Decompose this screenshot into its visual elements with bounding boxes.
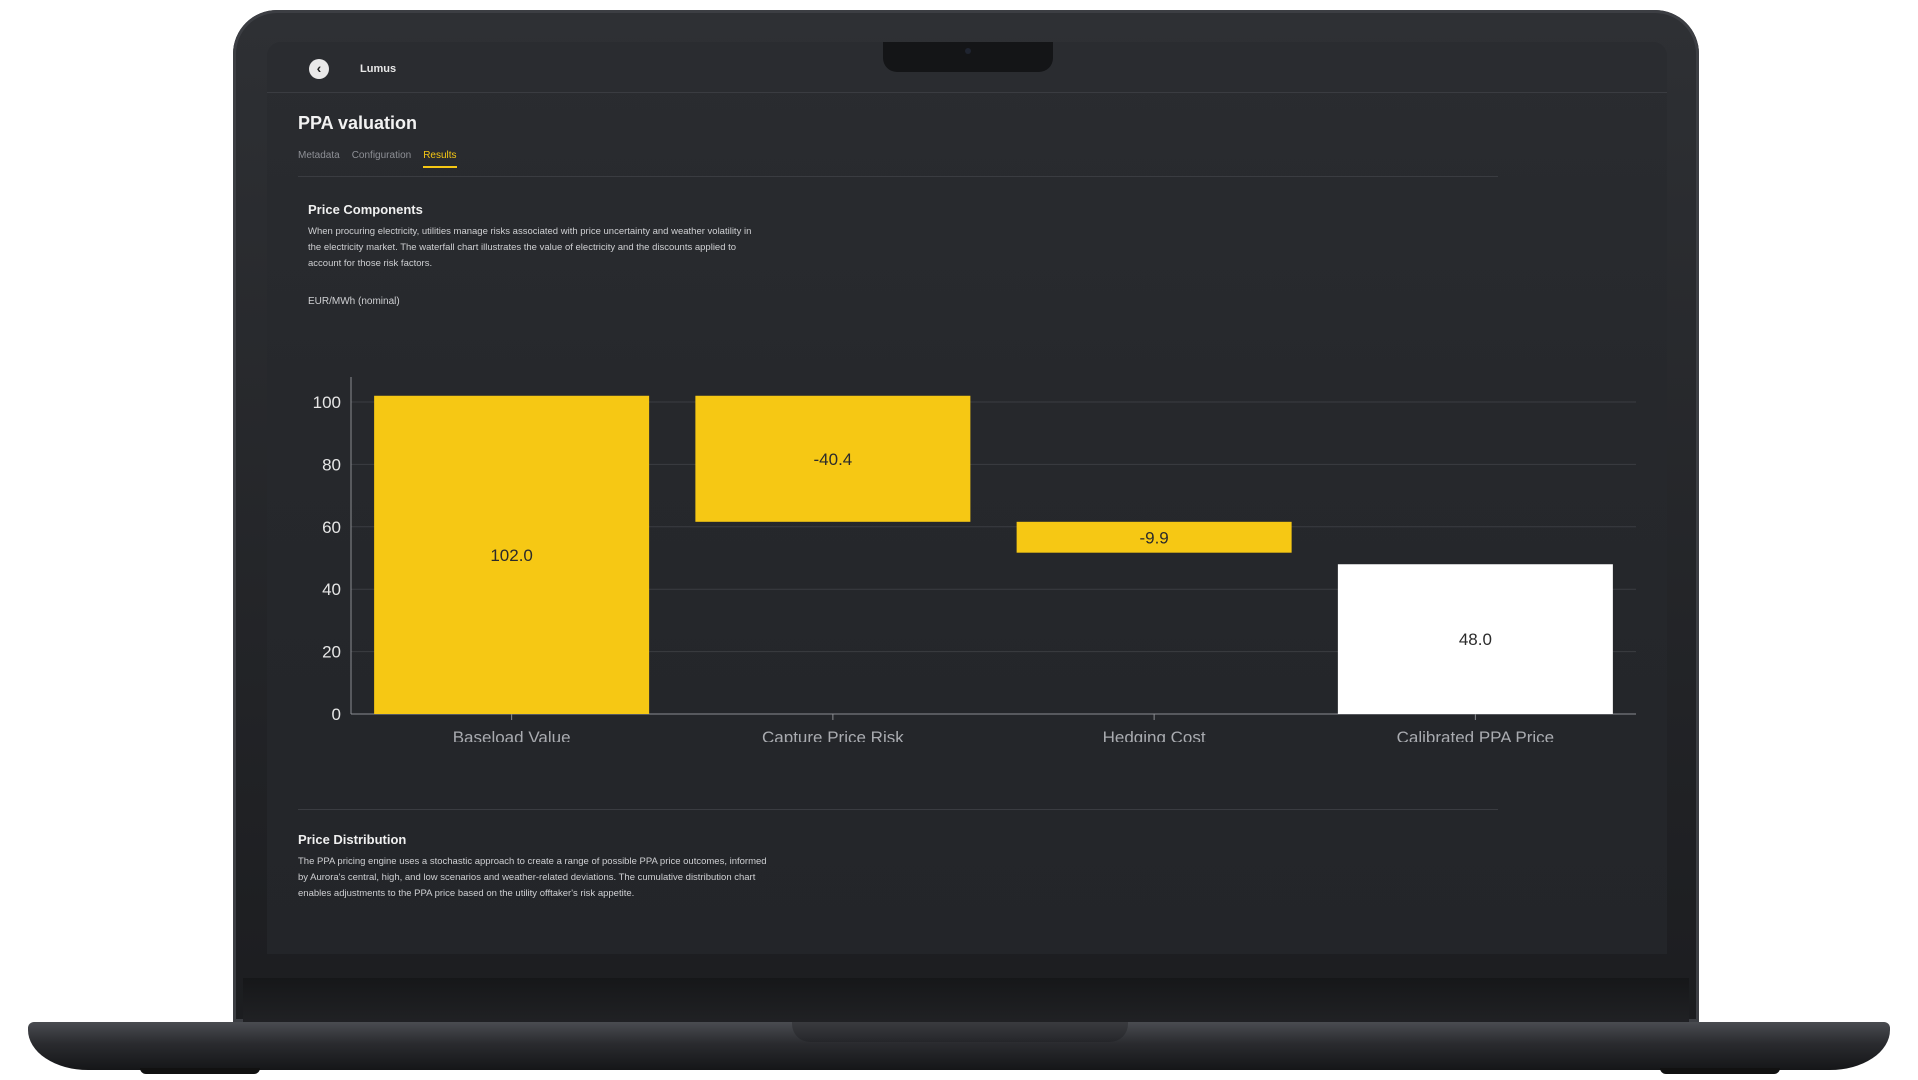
bottom-bezel <box>243 978 1689 1022</box>
x-tick-label-3: Calibrated PPA Price <box>1397 728 1554 742</box>
x-tick-label-2: Hedging Cost <box>1103 728 1206 742</box>
price-distribution-description: The PPA pricing engine uses a stochastic… <box>298 856 767 899</box>
bar-value-label-1: -40.4 <box>814 450 853 469</box>
camera-lens <box>965 48 971 54</box>
laptop-foot-left <box>140 1068 260 1074</box>
laptop-foot-right <box>1660 1068 1780 1074</box>
bar-value-label-0: 102.0 <box>490 546 533 565</box>
section-divider <box>298 809 1498 810</box>
bar-value-label-2: -9.9 <box>1139 528 1168 547</box>
camera-notch <box>883 42 1053 72</box>
bar-value-label-3: 48.0 <box>1459 630 1492 649</box>
screen: ‹ Lumus PPA valuation Metadata Configura… <box>267 42 1667 954</box>
y-tick-label-60: 60 <box>322 518 341 537</box>
y-tick-label-40: 40 <box>322 580 341 599</box>
price-distribution-title: Price Distribution <box>298 832 407 847</box>
waterfall-chart: 0 20 40 60 80 100 102.0 Baseload Value -40.4 Capt… <box>313 377 1636 742</box>
x-tick-label-1: Capture Price Risk <box>762 728 904 742</box>
y-tick-label-100: 100 <box>313 393 341 412</box>
y-tick-label-0: 0 <box>332 705 341 724</box>
y-tick-label-20: 20 <box>322 643 341 662</box>
y-tick-label-80: 80 <box>322 455 341 474</box>
laptop-opening-groove <box>792 1022 1128 1042</box>
x-tick-label-0: Baseload Value <box>453 728 571 742</box>
